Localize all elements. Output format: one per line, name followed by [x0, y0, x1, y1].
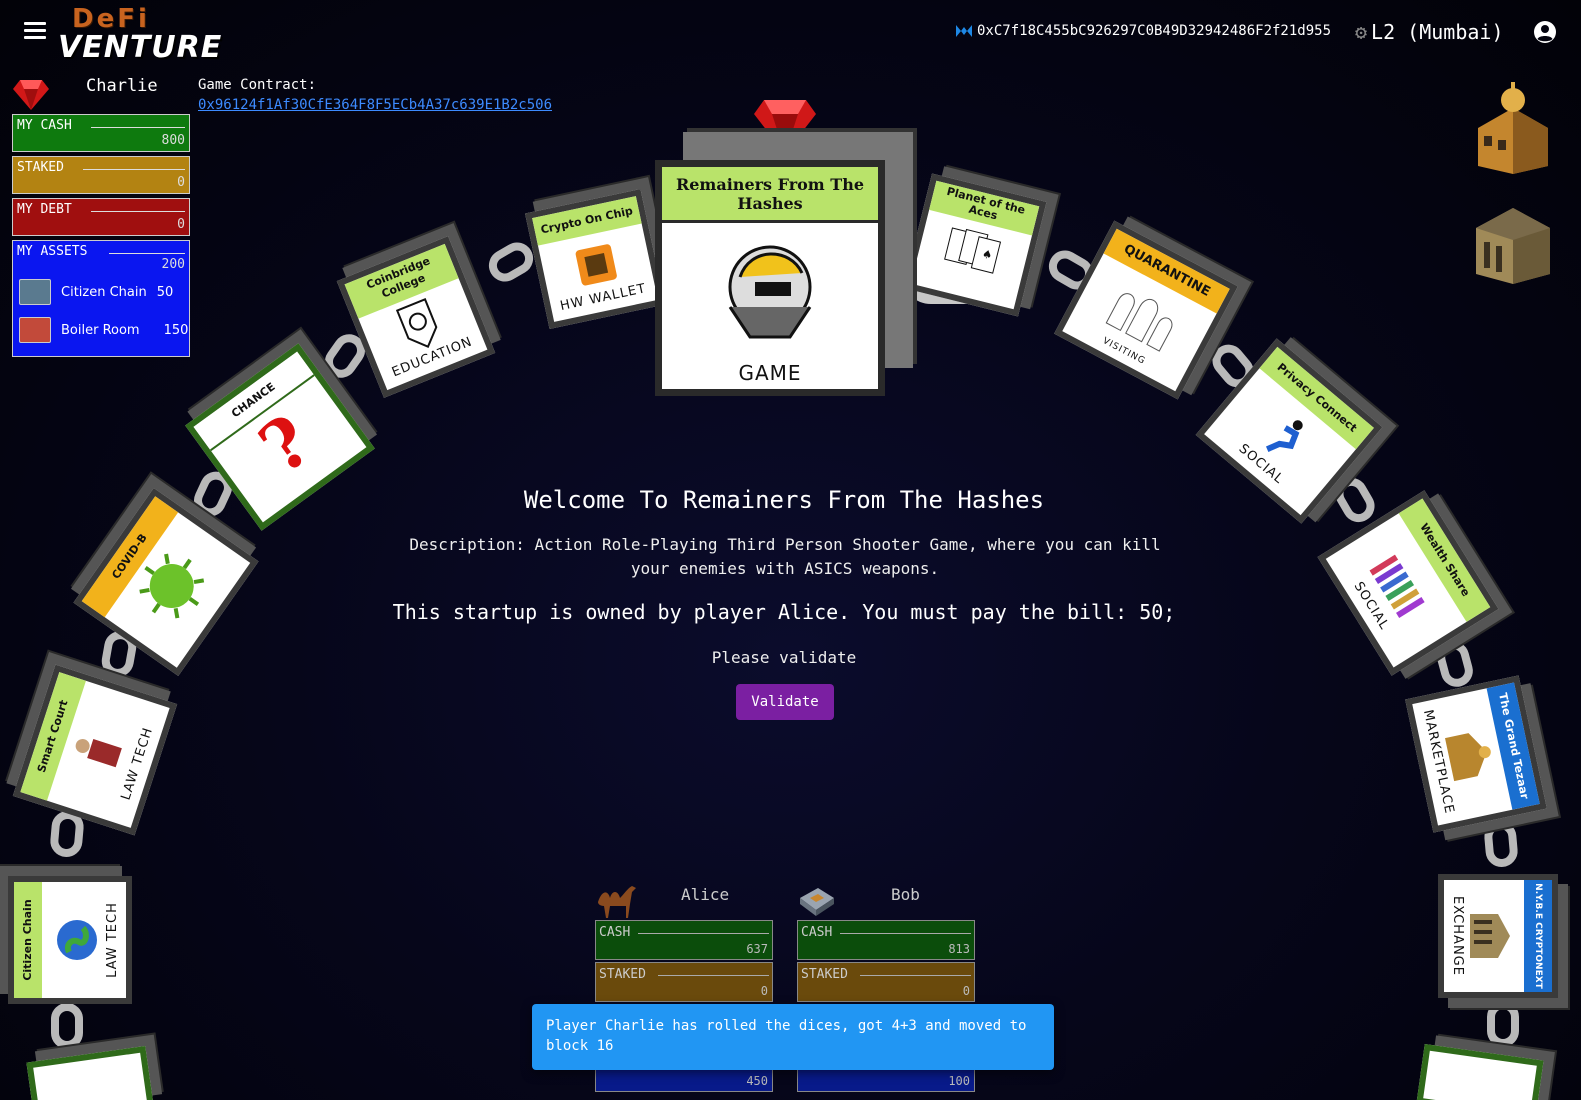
board-space-partial[interactable]: [1416, 1043, 1544, 1100]
current-space-title: Remainers From The Hashes: [662, 167, 878, 223]
my-debt-value: 0: [177, 217, 185, 232]
ruby-marker-icon: [754, 100, 816, 154]
globe-icon: [49, 912, 109, 968]
citizen-chain-asset-icon: [19, 279, 51, 305]
question-mark-icon: ?: [244, 399, 327, 491]
opponent-cash-box: CASH 637: [595, 920, 773, 960]
staked-label: STAKED: [17, 160, 64, 175]
my-assets-box: MY ASSETS 200 Citizen Chain 50 Boiler Ro…: [12, 240, 190, 357]
opponent-cash-value: 813: [948, 942, 970, 956]
boiler-room-asset-icon: [19, 317, 51, 343]
ruby-gem-icon: [13, 80, 49, 110]
chain-link: [51, 1003, 83, 1049]
network-gear-icon: ⚙: [1355, 20, 1368, 44]
board-space-citizen-chain[interactable]: Citizen Chain LAW TECH: [8, 876, 132, 1004]
chain-link: [1483, 819, 1519, 869]
please-validate-text: Please validate: [711, 648, 857, 667]
startup-description: Description: Action Role-Playing Third P…: [409, 535, 1161, 578]
opponent-staked-box: STAKED 0: [797, 962, 975, 1002]
player-name: Charlie: [86, 76, 158, 96]
game-contract-link[interactable]: 0x96124f1Af30CfE364F8F5ECb4A37c639E1B2c5…: [198, 97, 552, 113]
my-assets-value: 200: [161, 257, 185, 272]
palace-building-icon[interactable]: [1468, 78, 1558, 176]
network-selector[interactable]: ⚙ L2 (Mumbai): [1355, 20, 1504, 44]
opponent-assets-value: 100: [948, 1074, 970, 1088]
camel-icon: [598, 886, 636, 918]
chip-icon: [800, 888, 834, 916]
metamask-icon: [956, 25, 972, 37]
board-space-coinbridge-college[interactable]: Coinbridge College EDUCATION: [336, 236, 496, 398]
my-cash-box: MY CASH 800: [12, 114, 190, 152]
playing-cards-icon: ♠: [938, 222, 1008, 285]
board-space-crypto-on-chip[interactable]: Crypto On Chip HW WALLET: [525, 189, 665, 329]
my-assets-label: MY ASSETS: [17, 244, 88, 259]
opponent-staked-value: 0: [760, 984, 768, 998]
board-space-current[interactable]: Remainers From The Hashes GAME: [655, 160, 885, 396]
board-space-quarantine[interactable]: QUARANTINE VISITING: [1054, 220, 1238, 400]
asset-row[interactable]: Citizen Chain 50: [19, 279, 173, 305]
validate-button[interactable]: Validate: [736, 684, 834, 720]
game-contract-label: Game Contract:: [198, 77, 317, 93]
opponent-name: Bob: [891, 885, 920, 904]
dice-roll-toast[interactable]: Player Charlie has rolled the dices, got…: [532, 1004, 1054, 1070]
board-space-smart-court[interactable]: Smart Court LAW TECH: [12, 664, 178, 836]
my-debt-label: MY DEBT: [17, 202, 72, 217]
my-debt-box: MY DEBT 0: [12, 198, 190, 236]
opponent-staked-box: STAKED 0: [595, 962, 773, 1002]
my-cash-value: 800: [161, 133, 185, 148]
account-circle-icon[interactable]: [1533, 20, 1557, 44]
chain-link: [1487, 1001, 1519, 1047]
stock-exchange-building-icon[interactable]: [1468, 188, 1558, 286]
wallet-address: 0xC7f18C455bC926297C0B49D32942486F2f21d9…: [955, 23, 1331, 39]
defi-venture-logo: DeFi VENTURE: [58, 4, 223, 65]
exchange-building-icon: [1462, 908, 1516, 964]
hamburger-menu-icon[interactable]: [24, 22, 46, 40]
opponent-cash-value: 637: [746, 942, 768, 956]
robot-helmet-icon: [710, 227, 830, 351]
opponent-staked-value: 0: [962, 984, 970, 998]
bill-message: This startup is owned by player Alice. Y…: [392, 600, 1176, 624]
opponent-cash-box: CASH 813: [797, 920, 975, 960]
opponent-name: Alice: [681, 885, 730, 904]
opponent-assets-value: 450: [746, 1074, 768, 1088]
staked-value: 0: [177, 175, 185, 190]
welcome-heading: Welcome To Remainers From The Hashes: [523, 486, 1045, 514]
my-cash-label: MY CASH: [17, 118, 72, 133]
current-space-category: GAME: [738, 361, 802, 385]
board-space-nybe-cryptonext[interactable]: N.Y.B.E CRYPTONEXT EXCHANGE: [1438, 874, 1558, 998]
staked-box: STAKED 0: [12, 156, 190, 194]
asset-row[interactable]: Boiler Room 150: [19, 317, 188, 343]
chain-link: [483, 236, 539, 288]
board-space-partial[interactable]: [26, 1045, 154, 1100]
board-space-the-grand-tezaar[interactable]: The Grand Tezaar MARKETPLACE: [1405, 675, 1547, 833]
